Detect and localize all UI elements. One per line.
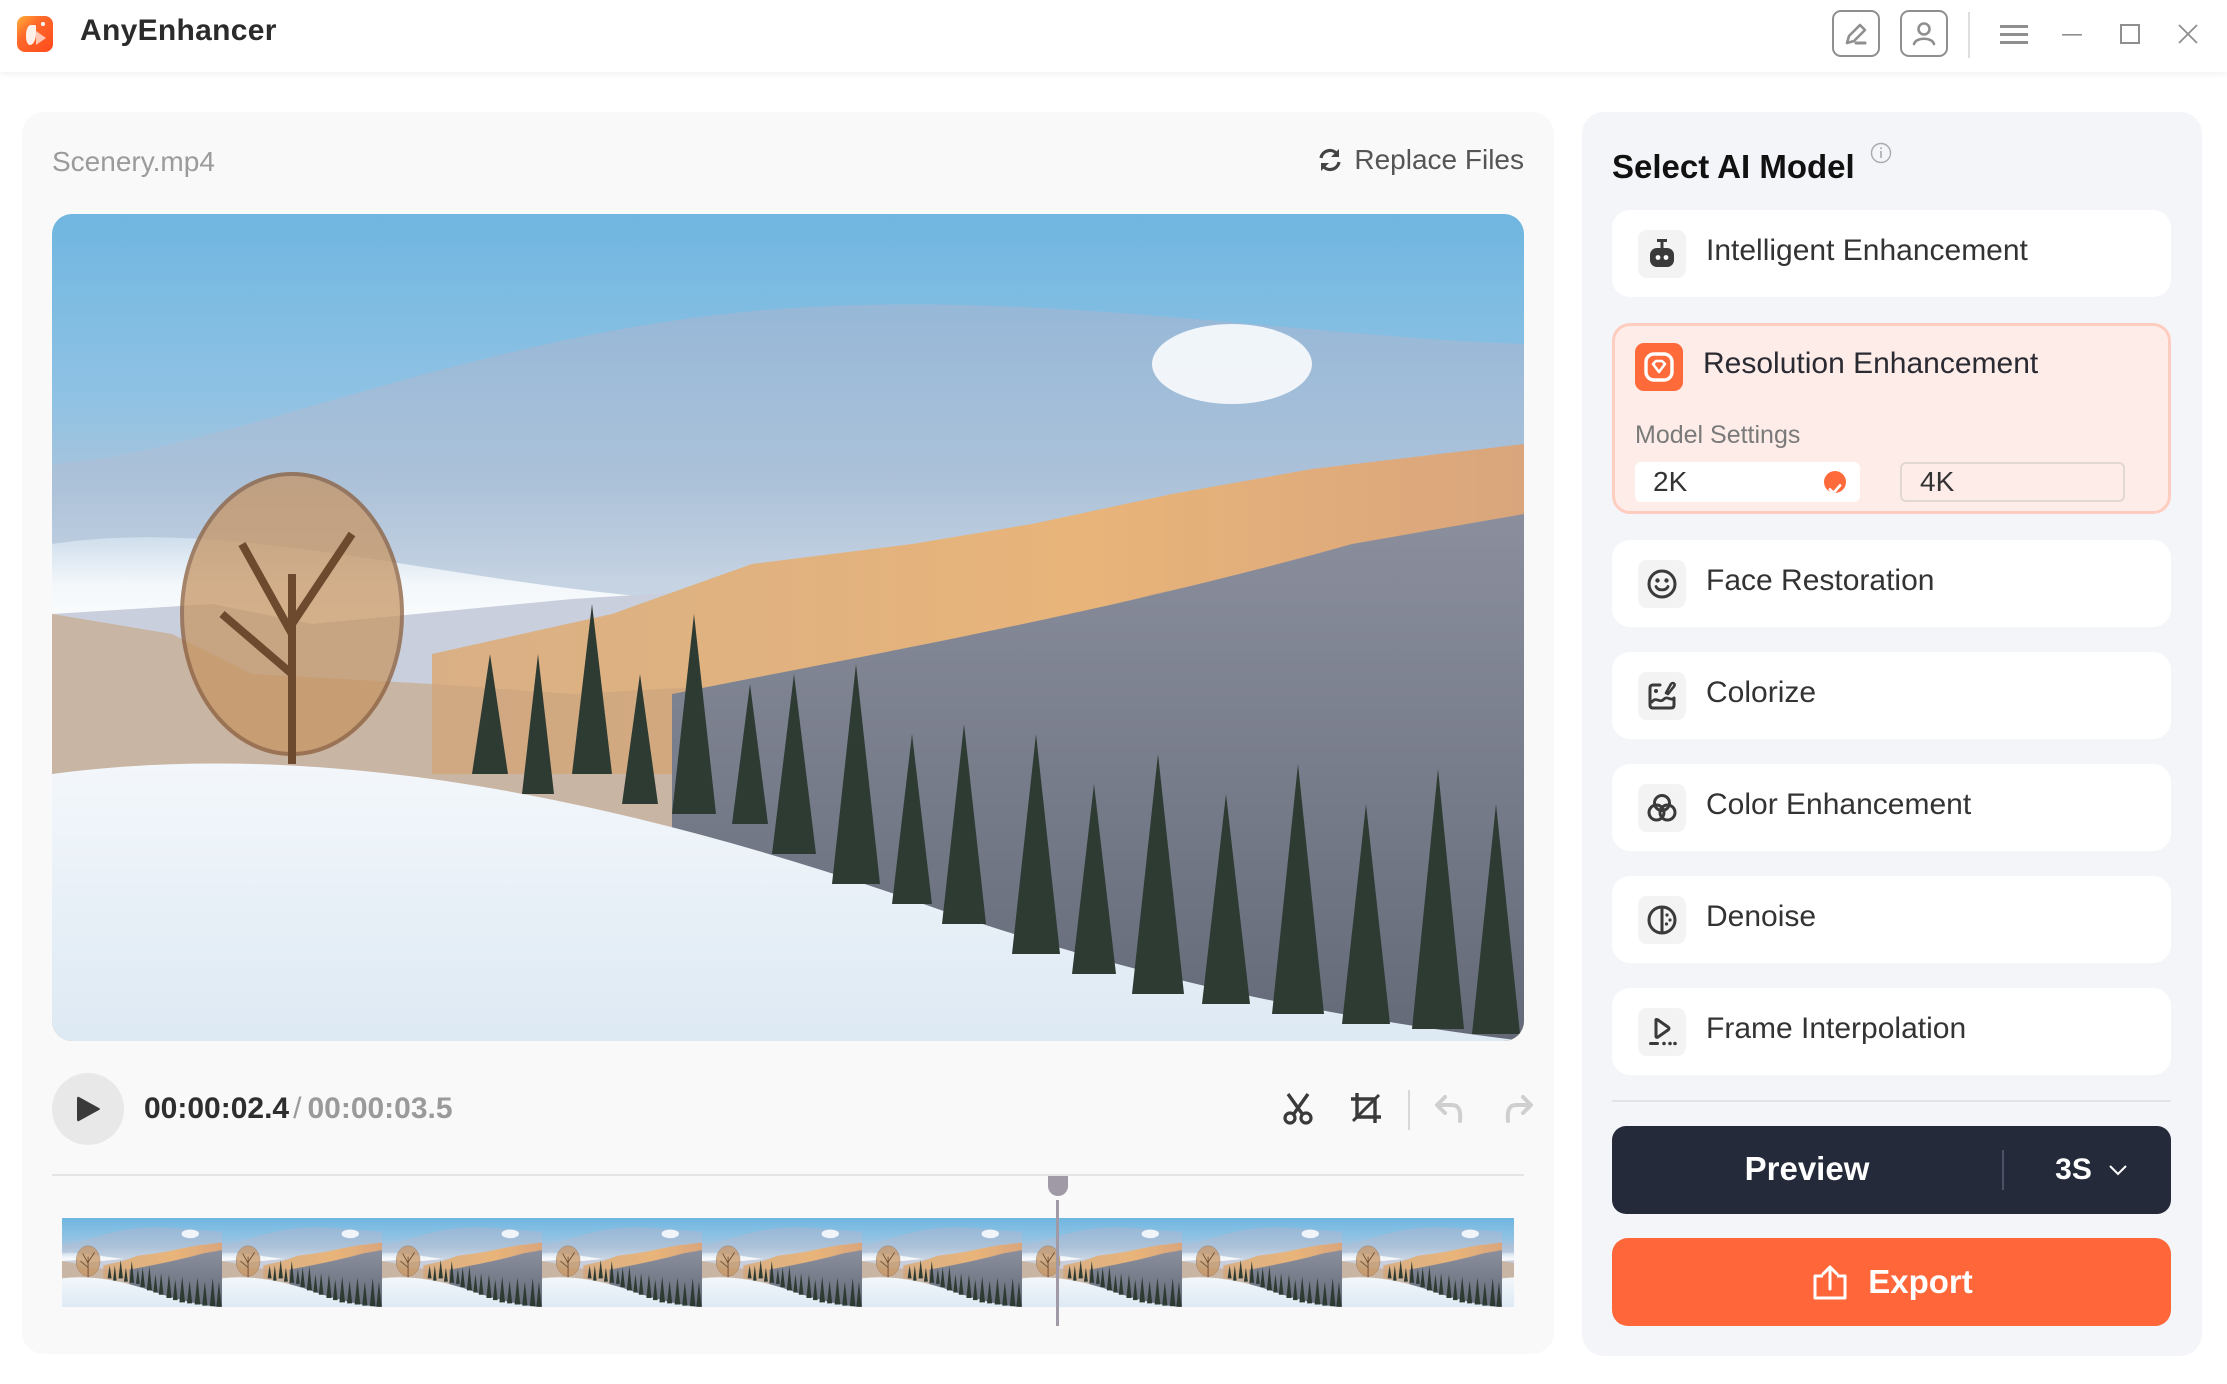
frame-play-icon [1649,1018,1677,1046]
model-settings-label: Model Settings [1635,421,1801,449]
cut-button[interactable] [1280,1090,1316,1126]
preview-duration-dropdown[interactable]: 3S [2012,1126,2171,1214]
preview-label: Preview [1744,1150,1870,1187]
timeline-thumbnail [542,1218,702,1307]
replace-files-label: Replace Files [1354,144,1524,175]
timeline-thumbnail [1182,1218,1342,1307]
timeline-thumbnail [62,1218,222,1307]
model-intelligent-enhancement[interactable]: Intelligent Enhancement [1612,210,2171,297]
play-icon [77,1096,100,1122]
maximize-icon [2120,24,2140,44]
ai-model-panel: Select AI Model Intelligent Enhancement … [1582,112,2202,1356]
feedback-button[interactable] [1832,10,1880,57]
model-colorize[interactable]: Colorize [1612,652,2171,739]
model-resolution-enhancement[interactable]: Resolution Enhancement Model Settings 2K… [1612,323,2171,514]
app-logo-icon [17,16,53,52]
undo-icon [1435,1095,1463,1123]
close-button[interactable] [2174,22,2202,46]
face-icon [1647,569,1677,599]
preview-separator [2002,1150,2004,1190]
time-display: 00:00:02.4 / 00:00:03.5 [144,1092,453,1126]
crop-button[interactable] [1348,1090,1384,1126]
editor-panel: Scenery.mp4 Replace Files 00:00:02.4 / 0… [22,112,1554,1354]
info-icon[interactable] [1870,142,1892,164]
timeline-thumbnail [1502,1218,1514,1307]
export-button[interactable]: Export [1612,1238,2171,1326]
preview-duration-value: 3S [2055,1153,2092,1186]
crop-icon [1351,1093,1381,1123]
tools-separator [1408,1090,1410,1130]
redo-icon [1505,1095,1533,1123]
account-button[interactable] [1900,10,1948,57]
video-frame [52,214,1524,1041]
timeline-track [52,1174,1524,1176]
chevron-down-icon [2109,1165,2127,1176]
diamond-icon [1644,352,1674,382]
refresh-icon [1319,148,1341,172]
panel-divider [1612,1100,2171,1102]
timeline-thumbnail [382,1218,542,1307]
redo-button[interactable] [1500,1090,1536,1126]
panel-title: Select AI Model [1612,148,1855,185]
playback-controls: 00:00:02.4 / 00:00:03.5 [52,1072,1533,1145]
model-label: Frame Interpolation [1706,1012,1967,1045]
thumbnail-strip[interactable] [62,1218,1514,1307]
play-button[interactable] [52,1073,124,1145]
robot-icon [1650,239,1674,267]
playhead-handle[interactable] [1047,1176,1068,1196]
checkmark-icon [1824,471,1846,495]
timeline-thumbnail [862,1218,1022,1307]
model-label: Denoise [1706,900,1817,933]
timeline-thumbnail [1022,1218,1182,1307]
timeline-thumbnail [222,1218,382,1307]
export-label: Export [1868,1263,1973,1300]
timeline-thumbnail [1342,1218,1502,1307]
model-label: Face Restoration [1706,564,1935,597]
current-time: 00:00:02.4 [144,1092,290,1125]
app-title: AnyEnhancer [80,14,277,47]
titlebar-separator [1968,12,1970,58]
minimize-button[interactable] [2058,22,2086,46]
resolution-option-4k[interactable]: 4K [1900,462,2125,502]
option-label: 2K [1653,466,1688,497]
menu-icon [2000,25,2028,44]
video-preview[interactable] [52,214,1524,1041]
model-color-enhancement[interactable]: Color Enhancement [1612,764,2171,851]
model-face-restoration[interactable]: Face Restoration [1612,540,2171,627]
model-label: Color Enhancement [1706,788,1972,821]
model-frame-interpolation[interactable]: Frame Interpolation [1612,988,2171,1075]
timeline-thumbnail [702,1218,862,1307]
replace-files-button[interactable]: Replace Files [1316,144,1524,176]
time-separator: / [293,1092,302,1125]
export-upload-icon [1813,1265,1847,1300]
minimize-icon [2062,34,2082,36]
resolution-option-2k[interactable]: 2K [1635,462,1860,502]
option-label: 4K [1920,466,1955,497]
preview-button[interactable]: Preview 3S [1612,1126,2171,1214]
model-label: Intelligent Enhancement [1706,234,2028,267]
colorize-icon [1648,681,1676,710]
denoise-icon [1647,905,1677,935]
file-name: Scenery.mp4 [52,146,215,177]
feedback-edit-icon [1845,23,1867,44]
close-icon [2178,24,2198,44]
model-label: Resolution Enhancement [1703,347,2039,380]
playhead-line [1056,1200,1060,1326]
menu-button[interactable] [1998,20,2030,48]
model-denoise[interactable]: Denoise [1612,876,2171,963]
account-icon [1912,21,1936,45]
title-bar: AnyEnhancer [0,0,2227,72]
maximize-button[interactable] [2116,22,2144,46]
model-label: Colorize [1706,676,1817,709]
color-circles-icon [1647,794,1677,822]
undo-button[interactable] [1432,1090,1468,1126]
total-duration: 00:00:03.5 [307,1092,453,1125]
cut-icon [1283,1093,1313,1125]
